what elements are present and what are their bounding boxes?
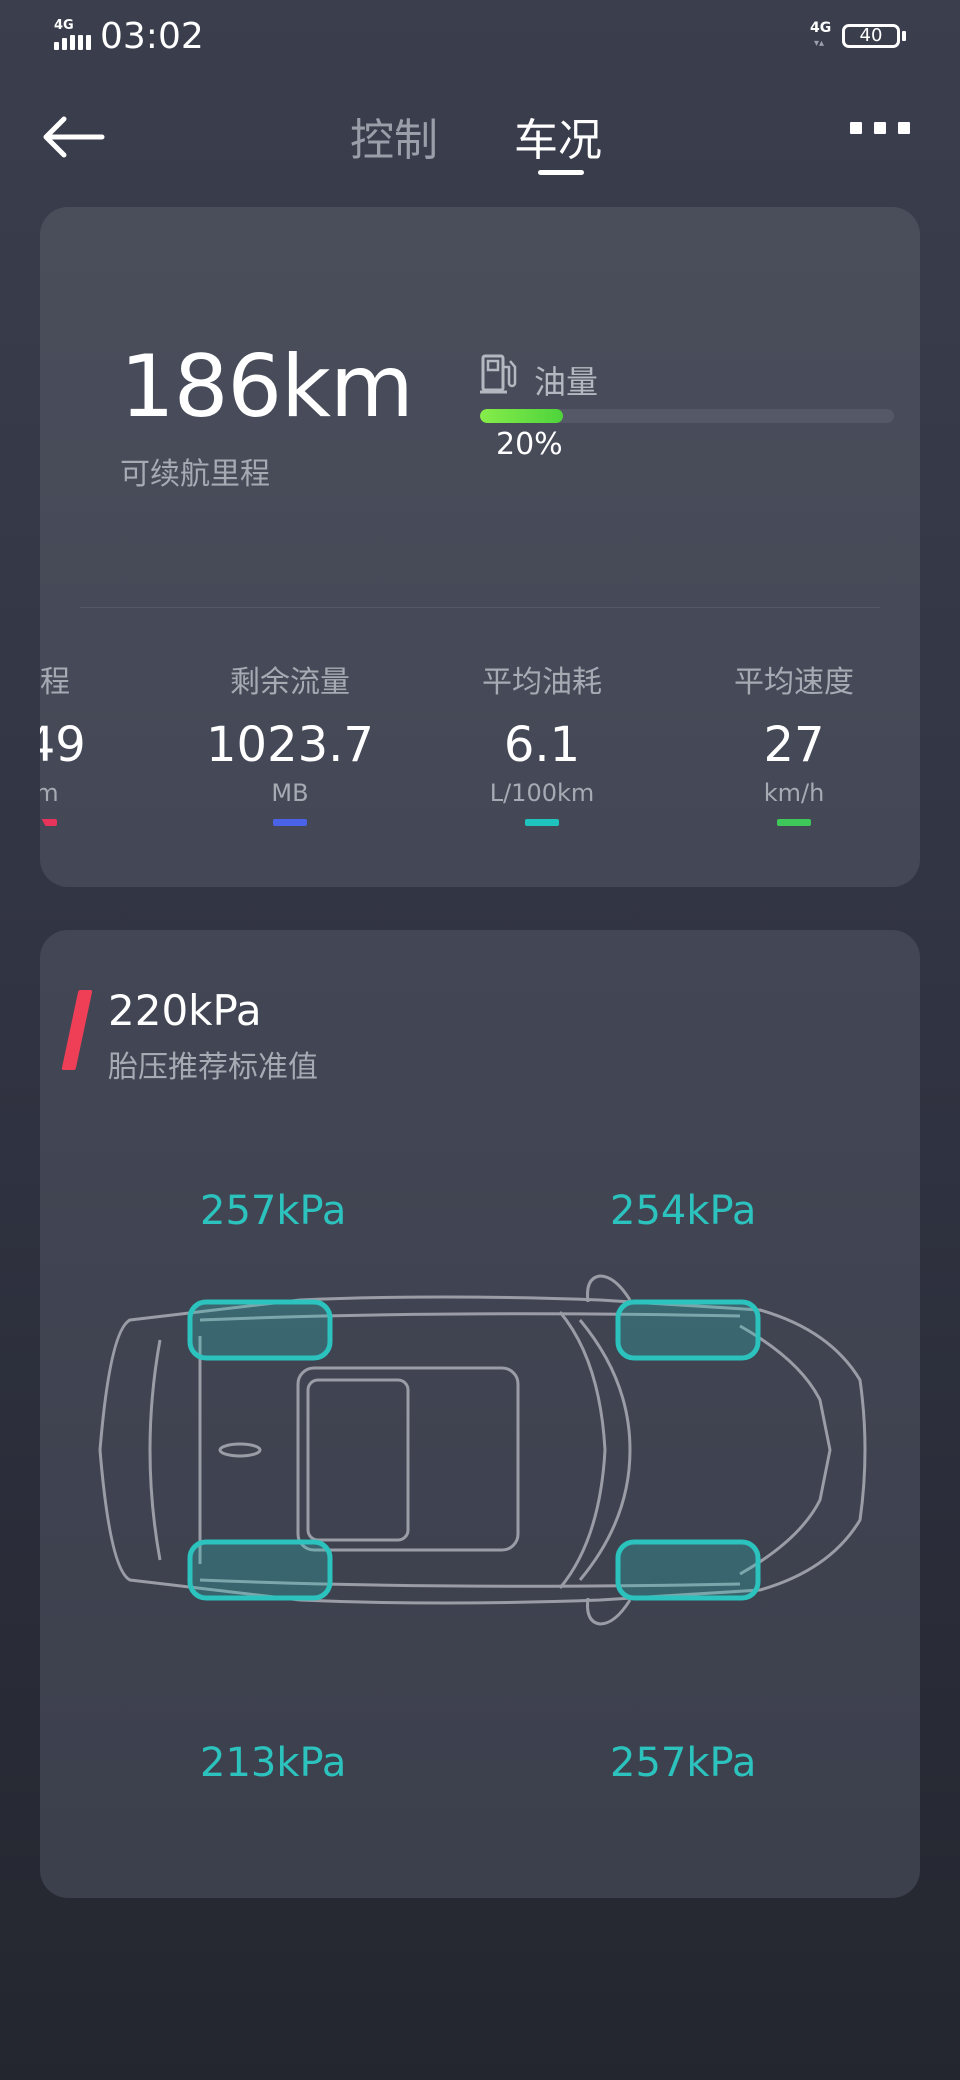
- stat-unit: km/h: [763, 779, 825, 807]
- stat-label: 平均油耗: [482, 665, 602, 700]
- tab-vehicle-status[interactable]: 车况: [514, 104, 602, 168]
- vehicle-summary-card: 186km 可续航里程 油量 20% 里程 349 km 剩余流量 1023.7…: [40, 207, 920, 887]
- tyre-pressure-card: 220kPa 胎压推荐标准值 257kPa 254kPa 213kPa 257k…: [40, 930, 920, 1898]
- back-arrow-icon[interactable]: [38, 112, 108, 162]
- range-label: 可续航里程: [120, 457, 270, 492]
- active-tab-indicator: [538, 170, 584, 175]
- stat-label: 剩余流量: [230, 665, 350, 700]
- stat-value: 6.1: [503, 717, 581, 773]
- stat-color-bar: [525, 819, 559, 826]
- tyre-pressure-rear-right: 257kPa: [610, 1740, 757, 1786]
- stat-color-bar: [40, 819, 57, 826]
- fuel-level-bar: [480, 409, 894, 423]
- stats-carousel[interactable]: 里程 349 km 剩余流量 1023.7 MB 平均油耗 6.1 L/100k…: [40, 657, 920, 837]
- stat-value: 1023.7: [206, 717, 374, 773]
- network-indicator-icon: 4G ▾▴: [810, 20, 832, 49]
- tyre-front-right: [615, 1299, 761, 1361]
- tyre-rear-right: [615, 1539, 761, 1601]
- tyre-rear-left: [187, 1539, 333, 1601]
- recommended-pressure-label: 胎压推荐标准值: [108, 1050, 318, 1085]
- network-type-label-right: 4G: [810, 20, 832, 36]
- stat-color-bar: [273, 819, 307, 826]
- stat-mileage[interactable]: 里程 349 km: [40, 657, 150, 826]
- fuel-percent: 20%: [496, 427, 563, 462]
- range-value: 186km: [120, 337, 414, 437]
- stat-label: 里程: [40, 665, 70, 700]
- stat-value: 349: [40, 717, 86, 773]
- fuel-pump-icon: [480, 353, 520, 395]
- more-options-icon[interactable]: [846, 120, 916, 136]
- tab-control[interactable]: 控制: [350, 104, 438, 168]
- fuel-level-fill: [480, 409, 563, 423]
- stat-avg-speed[interactable]: 平均速度 27 km/h: [684, 657, 904, 826]
- battery-tip: [902, 31, 906, 41]
- status-bar: 4G 03:02 4G ▾▴ 40: [0, 0, 960, 80]
- battery-icon: 40: [842, 24, 900, 48]
- stat-remaining-data[interactable]: 剩余流量 1023.7 MB: [180, 657, 400, 826]
- stat-color-bar: [777, 819, 811, 826]
- stat-value: 27: [763, 717, 825, 773]
- stat-avg-fuel-consumption[interactable]: 平均油耗 6.1 L/100km: [432, 657, 652, 826]
- status-time: 03:02: [100, 16, 204, 57]
- recommended-pressure-value: 220kPa: [108, 986, 262, 1035]
- battery-level: 40: [859, 25, 883, 46]
- tyre-pressure-front-right: 254kPa: [610, 1188, 757, 1234]
- tyre-pressure-rear-left: 213kPa: [200, 1740, 347, 1786]
- tyre-pressure-front-left: 257kPa: [200, 1188, 347, 1234]
- fuel-label: 油量: [534, 363, 599, 401]
- accent-marker: [61, 990, 93, 1070]
- stat-label: 平均速度: [734, 665, 854, 700]
- network-type-label: 4G: [54, 18, 74, 33]
- tyre-front-left: [187, 1299, 333, 1361]
- stat-unit: L/100km: [489, 779, 595, 807]
- stat-unit: km: [40, 779, 59, 807]
- divider: [80, 607, 880, 608]
- stat-unit: MB: [271, 779, 309, 807]
- cellular-signal-icon: 4G: [52, 18, 96, 52]
- car-top-view: [40, 1250, 920, 1650]
